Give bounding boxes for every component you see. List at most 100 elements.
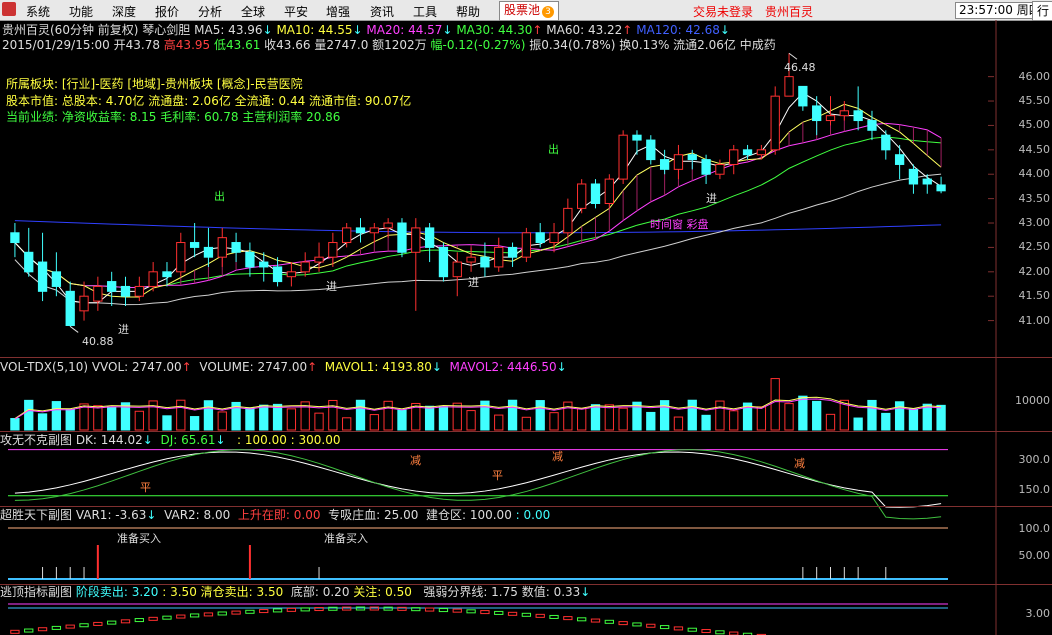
candle-body xyxy=(894,154,905,165)
p3-title: 超胜天下副图 VAR1: -3.63 xyxy=(0,508,147,522)
vol-volume: VOLUME: 2747.00 xyxy=(199,360,308,374)
p4-bar xyxy=(107,620,117,625)
p4-qr: 强弱分界线: 1.75 xyxy=(423,585,518,599)
candle-body xyxy=(604,178,614,205)
volume-bar xyxy=(65,408,75,431)
volume-bar xyxy=(189,416,200,431)
volume-bar xyxy=(535,400,545,431)
p4-bar xyxy=(383,606,393,611)
volume-bar xyxy=(342,417,352,431)
p4-bar xyxy=(51,625,62,630)
candle-body xyxy=(770,95,780,151)
candle-body xyxy=(715,163,725,175)
volume-bar xyxy=(10,418,20,431)
p4-bar xyxy=(577,617,587,622)
candle-body xyxy=(480,256,490,268)
candle-body xyxy=(908,168,919,185)
p3-up: 上升在即: 0.00 xyxy=(237,508,321,522)
p4-bar xyxy=(24,628,34,633)
ma120-line xyxy=(14,220,942,234)
candle-body xyxy=(272,266,283,283)
volume-bar xyxy=(604,404,614,431)
volume-bar xyxy=(383,400,393,431)
p4-bar xyxy=(424,607,435,612)
high-marker-line xyxy=(788,52,798,60)
candle-body xyxy=(438,246,449,278)
signal-chu-2: 出 xyxy=(548,143,559,156)
p3-axis-50: 50.00 xyxy=(1018,549,1051,562)
volume-bar xyxy=(770,378,780,431)
candle-body xyxy=(245,251,255,268)
volume-bar xyxy=(355,399,366,431)
p4-bar xyxy=(590,618,601,623)
p2-jian-label: 减 xyxy=(794,457,805,470)
low-price-label: 40.88 xyxy=(82,335,114,348)
volume-bar xyxy=(756,406,767,431)
candle-body xyxy=(563,207,573,234)
p4-bar xyxy=(176,614,186,619)
candle-body xyxy=(120,285,131,297)
volume-bar xyxy=(867,399,877,431)
volume-bar xyxy=(51,401,62,431)
candle-body xyxy=(798,85,808,107)
candle-body xyxy=(411,227,421,253)
candle-body xyxy=(286,271,297,278)
candle-body xyxy=(922,178,932,185)
p4-title: 逃顶指标副图 xyxy=(0,585,73,599)
p4-bar xyxy=(217,611,227,616)
candle-body xyxy=(577,183,587,209)
low-marker-line xyxy=(69,326,79,333)
candle-body xyxy=(342,227,352,244)
p4-panel-header: 逃顶指标副图 阶段卖出: 3.20 : 3.50 清仓卖出: 3.50 底部: … xyxy=(0,585,591,599)
p4-bar xyxy=(535,613,545,618)
candle-body xyxy=(355,227,366,234)
candle-body xyxy=(217,237,227,258)
price-axis-tick: 41.00 xyxy=(1018,313,1051,327)
candle-body xyxy=(853,110,863,122)
volume-bar xyxy=(646,411,656,431)
p4-bar xyxy=(604,619,614,624)
candle-body xyxy=(452,261,462,278)
candle-body xyxy=(259,261,269,268)
volume-bar xyxy=(881,412,891,431)
candle-body xyxy=(687,154,697,161)
candle-body xyxy=(646,139,656,161)
candle-body xyxy=(590,183,601,204)
candle-body xyxy=(867,120,877,131)
volume-bar xyxy=(424,405,435,431)
vol-mavol1: MAVOL1: 4193.80 xyxy=(324,360,432,374)
volume-bar xyxy=(328,399,338,431)
volume-bar xyxy=(784,403,794,431)
signal-jin-2: 进 xyxy=(326,280,337,293)
volume-bar xyxy=(466,410,476,431)
vol-title: VOL-TDX(5,10) VVOL: 2747.00 xyxy=(0,360,182,374)
p4-bar xyxy=(300,607,310,612)
volume-bar xyxy=(217,411,227,431)
candle-body xyxy=(189,242,200,248)
vol-axis-label: 10000 xyxy=(1015,394,1050,407)
p4-bar xyxy=(466,609,476,614)
volume-bar xyxy=(825,413,836,431)
candle-body xyxy=(162,271,172,278)
candle-body xyxy=(812,105,822,122)
ma20-line xyxy=(14,122,942,289)
p4-bar xyxy=(148,616,158,621)
p4-bar xyxy=(521,612,532,617)
p4-bar xyxy=(646,623,656,628)
p4-bar xyxy=(673,626,684,631)
signal-jin-1: 进 xyxy=(118,323,129,336)
price-axis-tick: 42.00 xyxy=(1018,264,1051,278)
volume-bar xyxy=(590,404,601,431)
p3-buy-signal-1: 准备买入 xyxy=(117,532,161,545)
volume-bar xyxy=(701,414,711,431)
volume-bar xyxy=(93,405,103,431)
panel-divider xyxy=(0,357,1052,358)
volume-bar xyxy=(162,415,172,431)
volume-bar xyxy=(632,401,642,431)
candle-body xyxy=(203,246,214,258)
volume-bar xyxy=(908,408,919,431)
price-axis-tick: 41.50 xyxy=(1018,289,1051,303)
candle-body xyxy=(742,149,753,156)
volume-bar xyxy=(729,410,739,431)
p4-bar xyxy=(715,630,725,635)
